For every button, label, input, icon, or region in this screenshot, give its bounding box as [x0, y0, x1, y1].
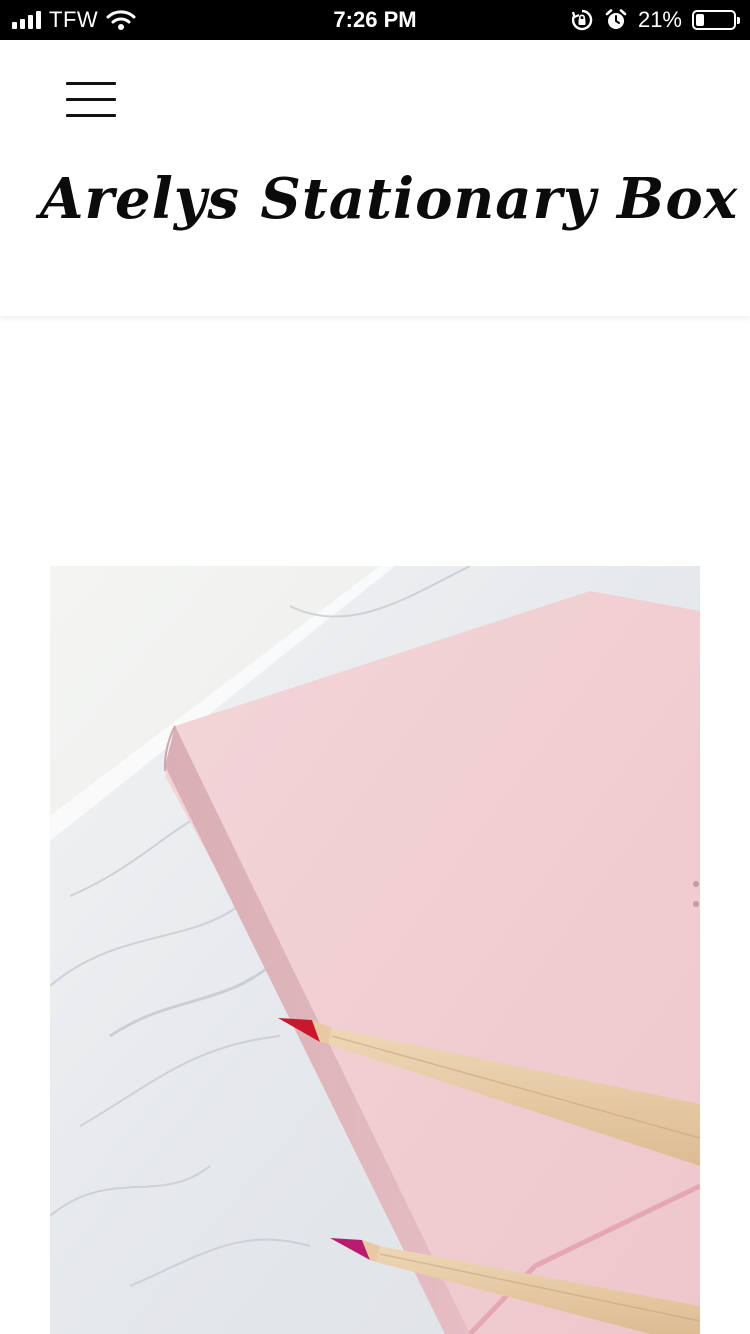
- site-header: Arelys Stationary Box: [0, 40, 750, 316]
- battery-icon: [692, 10, 740, 30]
- battery-percentage: 21%: [637, 7, 682, 32]
- hamburger-menu-icon[interactable]: [66, 82, 116, 118]
- orientation-lock-icon: [571, 9, 593, 31]
- alarm-icon: [605, 9, 627, 29]
- site-title[interactable]: Arelys Stationary Box: [40, 166, 737, 232]
- status-bar-right: 21%: [570, 0, 740, 40]
- notebook-pencils-illustration: [50, 566, 700, 1334]
- battery-level: [696, 14, 704, 26]
- status-bar: TFW 7:26 PM 21%: [0, 0, 750, 40]
- hero-image: [50, 566, 700, 1334]
